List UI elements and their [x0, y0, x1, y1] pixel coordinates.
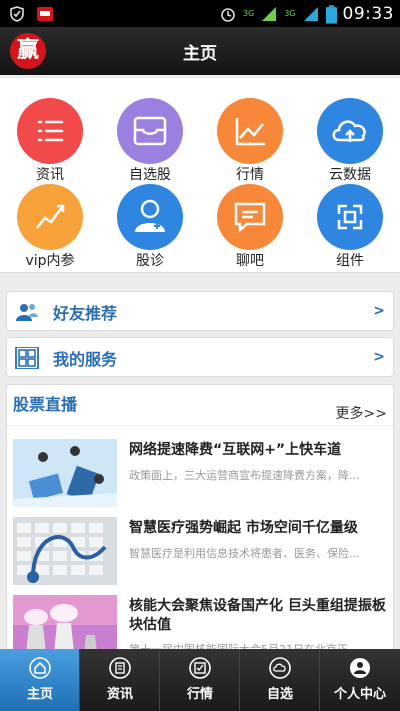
- news-thumbnail-network: [13, 439, 117, 507]
- grid-item-market[interactable]: 行情: [200, 78, 300, 183]
- tab-market[interactable]: 行情: [160, 649, 240, 711]
- stock-live-title: 股票直播: [13, 395, 78, 414]
- more-link[interactable]: 更多>>: [336, 403, 387, 423]
- status-bar: 3G 3G 09:33: [0, 0, 400, 27]
- divider: [7, 425, 393, 426]
- tab-label-watchlist: 自选: [266, 687, 293, 702]
- friends-recommend-row[interactable]: 好友推荐 >: [6, 291, 394, 331]
- tab-label-profile: 个人中心: [333, 687, 386, 702]
- signal-icon: [303, 7, 318, 21]
- stock-live-section: 股票直播 更多>> 网络提速降费“互联网+”上快车道 政策面上，三大运营商宣布提…: [6, 384, 394, 654]
- battery-icon: [325, 4, 337, 24]
- network-label-2: 3G: [284, 9, 296, 18]
- home-icon: [29, 657, 51, 679]
- app-header: 赢 主页: [0, 27, 400, 75]
- page-title: 主页: [183, 44, 217, 64]
- inbox-icon: [117, 98, 183, 164]
- chevron-right-icon: >: [373, 349, 385, 365]
- my-services-row[interactable]: 我的服务 >: [6, 337, 394, 377]
- network-label-1: 3G: [242, 9, 255, 18]
- friends-recommend-label: 好友推荐: [53, 304, 118, 323]
- shield-icon: [10, 6, 24, 22]
- chevron-right-icon: >: [373, 303, 385, 319]
- grid-item-components[interactable]: 组件: [300, 170, 400, 269]
- grid-item-vip[interactable]: vip内参: [0, 170, 100, 269]
- news-title: 核能大会聚焦设备国产化 巨头重组提振板块估值: [129, 598, 386, 633]
- components-icon: [317, 184, 383, 250]
- news-title: 网络提速降费“互联网+”上快车道: [129, 442, 342, 458]
- grid-item-chat[interactable]: 聊吧: [200, 170, 300, 269]
- notification-app-icon: [37, 7, 53, 21]
- tab-label-news: 资讯: [106, 687, 133, 702]
- alarm-icon: [221, 8, 235, 22]
- bottom-tab-bar: 主页 资讯 行情 自选 个人中心: [0, 649, 400, 711]
- news-desc: 政策面上，三大运营商宣布提速降费方案，降...: [129, 469, 360, 482]
- feature-grid: 资讯 自选股 行情 云数据 vip内参 股诊 聊吧 组件: [0, 78, 400, 273]
- friends-icon: [16, 304, 38, 321]
- clock-time: 09:33: [342, 4, 394, 24]
- person-icon: [350, 658, 370, 678]
- grid-label-vip: vip内参: [25, 253, 75, 269]
- chat-icon: [217, 184, 283, 250]
- tab-news[interactable]: 资讯: [80, 649, 160, 711]
- tab-label-home: 主页: [26, 687, 53, 702]
- doctor-icon: [117, 184, 183, 250]
- grid-item-diagnosis[interactable]: 股诊: [100, 170, 200, 269]
- grid-services-icon: [15, 347, 39, 369]
- trend-icon: [17, 184, 83, 250]
- news-thumbnail-nuclear: [13, 595, 117, 653]
- news-item[interactable]: 智慧医疗强势崛起 市场空间千亿量级 智慧医疗是利用信息技术将患者、医务、保险..…: [13, 517, 393, 589]
- grid-item-watchlist[interactable]: 自选股: [100, 78, 200, 183]
- cloud-icon: [269, 657, 291, 679]
- grid-label-components: 组件: [336, 253, 364, 269]
- grid-label-diagnosis: 股诊: [136, 253, 164, 269]
- grid-label-chat: 聊吧: [236, 253, 264, 269]
- list-icon: [17, 98, 83, 164]
- news-thumbnail-medical: [13, 517, 117, 585]
- line-chart-icon: [217, 98, 283, 164]
- signal-3g-icon: [262, 7, 277, 21]
- news-item[interactable]: 核能大会聚焦设备国产化 巨头重组提振板块估值 第十一届中国核能国际大会5月21日…: [13, 595, 393, 653]
- grid-item-news[interactable]: 资讯: [0, 78, 100, 183]
- tab-home[interactable]: 主页: [0, 649, 80, 711]
- news-title: 智慧医疗强势崛起 市场空间千亿量级: [129, 520, 358, 536]
- tab-watchlist[interactable]: 自选: [240, 649, 320, 711]
- document-icon: [109, 657, 131, 679]
- my-services-label: 我的服务: [53, 350, 118, 369]
- news-item[interactable]: 网络提速降费“互联网+”上快车道 政策面上，三大运营商宣布提速降费方案，降...: [13, 439, 393, 511]
- grid-item-cloud[interactable]: 云数据: [300, 78, 400, 183]
- tab-label-market: 行情: [186, 687, 213, 702]
- tab-profile[interactable]: 个人中心: [320, 649, 400, 711]
- news-desc: 智慧医疗是利用信息技术将患者、医务、保险...: [129, 547, 360, 560]
- cloud-upload-icon: [317, 98, 383, 164]
- checklist-icon: [189, 657, 211, 679]
